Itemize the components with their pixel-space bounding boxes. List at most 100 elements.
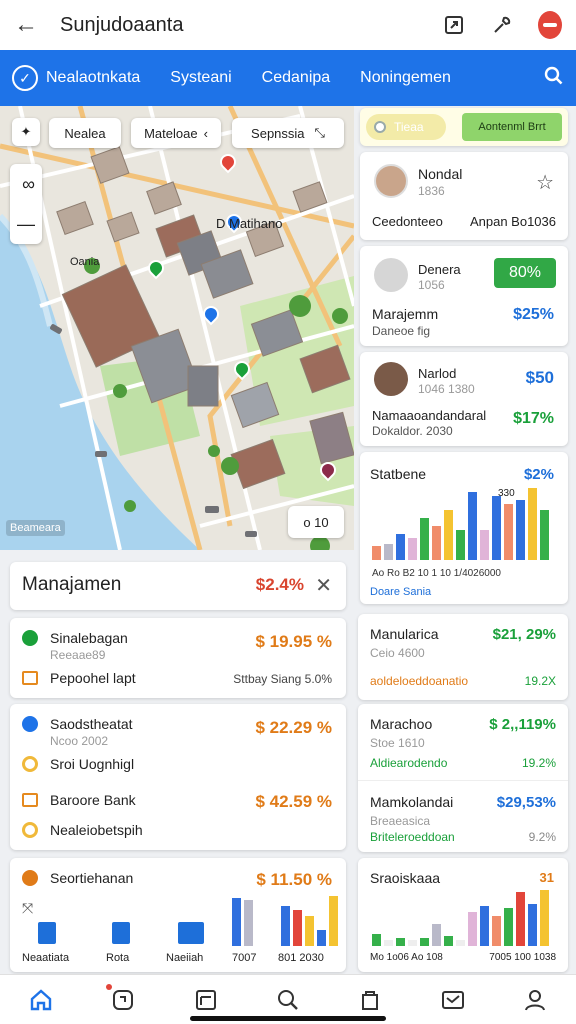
collapse-icon[interactable]: ⤧ [22,900,33,917]
toggle-knob-icon [374,121,386,133]
metric-pct: 19.2% [521,756,556,770]
group-card-1[interactable]: Sinalebagan Reeaae89 $ 19.95 % Pepoohel … [10,618,346,698]
chart-label: 801 2030 [278,952,324,964]
check-icon[interactable]: ✓ [12,65,38,91]
tab-4[interactable]: Noningemen [360,69,451,87]
management-header-card: Manajamen $2.4% ✕ [10,562,346,610]
coin-icon [22,756,38,772]
building-icon [112,922,130,944]
layers-icon[interactable]: ∞ [17,164,35,204]
item-name: Seortiehanan [50,870,134,886]
profile-name: Narlod [418,366,457,381]
item-name: Saodstheatat [50,716,133,732]
item-sub: Ncoo 2002 [50,734,109,748]
item-label: Nealeiobetspih [50,822,143,838]
chart-icon[interactable] [440,987,466,1013]
tools-icon[interactable] [490,13,514,37]
divider [358,780,568,781]
card-title: Namaaoandandaral [372,408,487,423]
card-value: $17% [513,410,554,427]
nav-bar: ✓ Nealaotnkata Systeani Cedanipa Noninge… [0,50,576,106]
item-name: Sinalebagan [50,630,128,646]
bar-chart [372,888,549,946]
remove-button[interactable] [538,11,562,39]
map-canvas [0,106,354,550]
zoom-out-icon[interactable]: — [17,204,35,244]
profile-left: Ceedonteeo [372,214,443,229]
location-icon [22,870,38,886]
card-value: $25% [513,306,554,323]
chevron-down-icon: ‹ [203,125,208,141]
metric-card-4[interactable]: Sraoiskaaa 31 Mo 1o06 Ao 108 7005 100 10… [358,858,568,972]
coin-icon [22,822,38,838]
map-filter-1[interactable]: Nealea [49,118,121,148]
tab-2[interactable]: Systeani [170,69,231,87]
group-card-3[interactable]: Seortiehanan $ 11.50 % ⤧ Neaatiata Rota … [10,858,346,972]
chart-foot: Doare Sania [370,586,432,598]
profile-card-3[interactable]: Narlod 1046 1380 $50 Namaaoandandaral Do… [360,352,568,446]
metric-value: $29,53% [496,794,556,811]
building-icon [178,922,204,944]
bar-chart [232,894,338,946]
compass-icon[interactable]: ✦ [12,118,40,146]
profile-sub: 1836 [418,184,445,198]
document-icon[interactable] [193,987,219,1013]
toggle-right[interactable]: Aontenml Brrt [462,113,562,141]
profile-icon[interactable] [522,987,548,1013]
item-sub: Reeaae89 [50,648,106,662]
tab-3[interactable]: Cedanipa [262,69,331,87]
tab-1[interactable]: Nealaotnkata [46,69,140,87]
map-place-label: Oania [70,256,100,268]
avatar [374,164,408,198]
building-icon [38,922,56,944]
metric-value: 31 [539,870,554,885]
search-icon[interactable] [275,987,301,1013]
chart-ticks: 7005 100 1038 [489,952,556,963]
metric-pct: 9.2% [528,830,556,844]
map-filter-3[interactable]: Sepnssia ⤡ [232,118,344,148]
map-view[interactable]: ✦ Nealea Mateloae ‹ Sepnssia ⤡ ∞ — D Matih… [0,106,354,550]
card-value: $50 [525,368,554,387]
status-badge: 80% [494,258,556,288]
home-icon[interactable] [28,987,54,1013]
group-card-2[interactable]: Saodstheatat Ncoo 2002 $ 22.29 % Sroi Uo… [10,704,346,850]
chart-title: Statbene [370,466,427,482]
bar-chart [372,482,549,560]
toggle-bar: Tieaa Aontenml Brrt [360,108,568,146]
metric-title: Marachoo [370,716,433,732]
home-indicator [190,1016,386,1021]
profile-card-2[interactable]: Denera 1056 80% Marajemm $25% Daneoe fig [360,246,568,346]
star-icon[interactable]: ☆ [536,170,554,195]
expand-icon[interactable] [442,13,466,37]
back-arrow-icon[interactable]: ← [14,11,46,39]
chart-label: Neaatiata [22,952,70,964]
map-filter-2-label: Mateloae [144,125,198,141]
map-place-label: D Matihano [216,216,283,231]
refresh-icon[interactable] [106,983,136,1013]
card-icon [22,793,38,807]
chart-value: $2% [523,466,554,483]
location-icon [22,630,38,646]
metric-card-1[interactable]: Manularica $21, 29% Ceio 4600 aoldeloedd… [358,614,568,700]
profile-sub: 1056 [418,278,445,292]
search-icon[interactable] [544,66,564,91]
stats-chart-card[interactable]: Statbene $2% 330 Ao Ro B2 10 1 10 1/4026… [360,452,568,604]
item-detail: Sttbay Siang 5.0% [233,672,332,686]
profile-sub: 1046 1380 [418,382,475,396]
map-zoom-badge[interactable]: ᴏ 10 [288,506,344,538]
bag-icon[interactable] [357,987,383,1013]
profile-card-1[interactable]: Nondal 1836 ☆ Ceedonteeo Anpan Bo1036 [360,152,568,240]
item-value: $ 11.50 % [256,870,332,889]
chart-label: Rota [106,952,130,964]
toggle-left[interactable]: Tieaa [366,114,446,140]
section-value: $2.4% [255,575,304,594]
item-value: $ 19.95 % [255,632,332,651]
chart-ticks: Mo 1o06 Ao 108 [370,952,443,963]
close-icon[interactable]: ✕ [315,573,332,598]
metric-title: Sraoiskaaa [370,870,441,886]
map-corner-label: Beameara [6,520,65,536]
metric-card-2[interactable]: Marachoo $ 2,,119% Stoe 1610 Aldiearoden… [358,704,568,852]
expand-diag-icon: ⤡ [314,125,325,140]
map-filter-2[interactable]: Mateloae ‹ [131,118,221,148]
metric-value: $21, 29% [492,626,556,643]
